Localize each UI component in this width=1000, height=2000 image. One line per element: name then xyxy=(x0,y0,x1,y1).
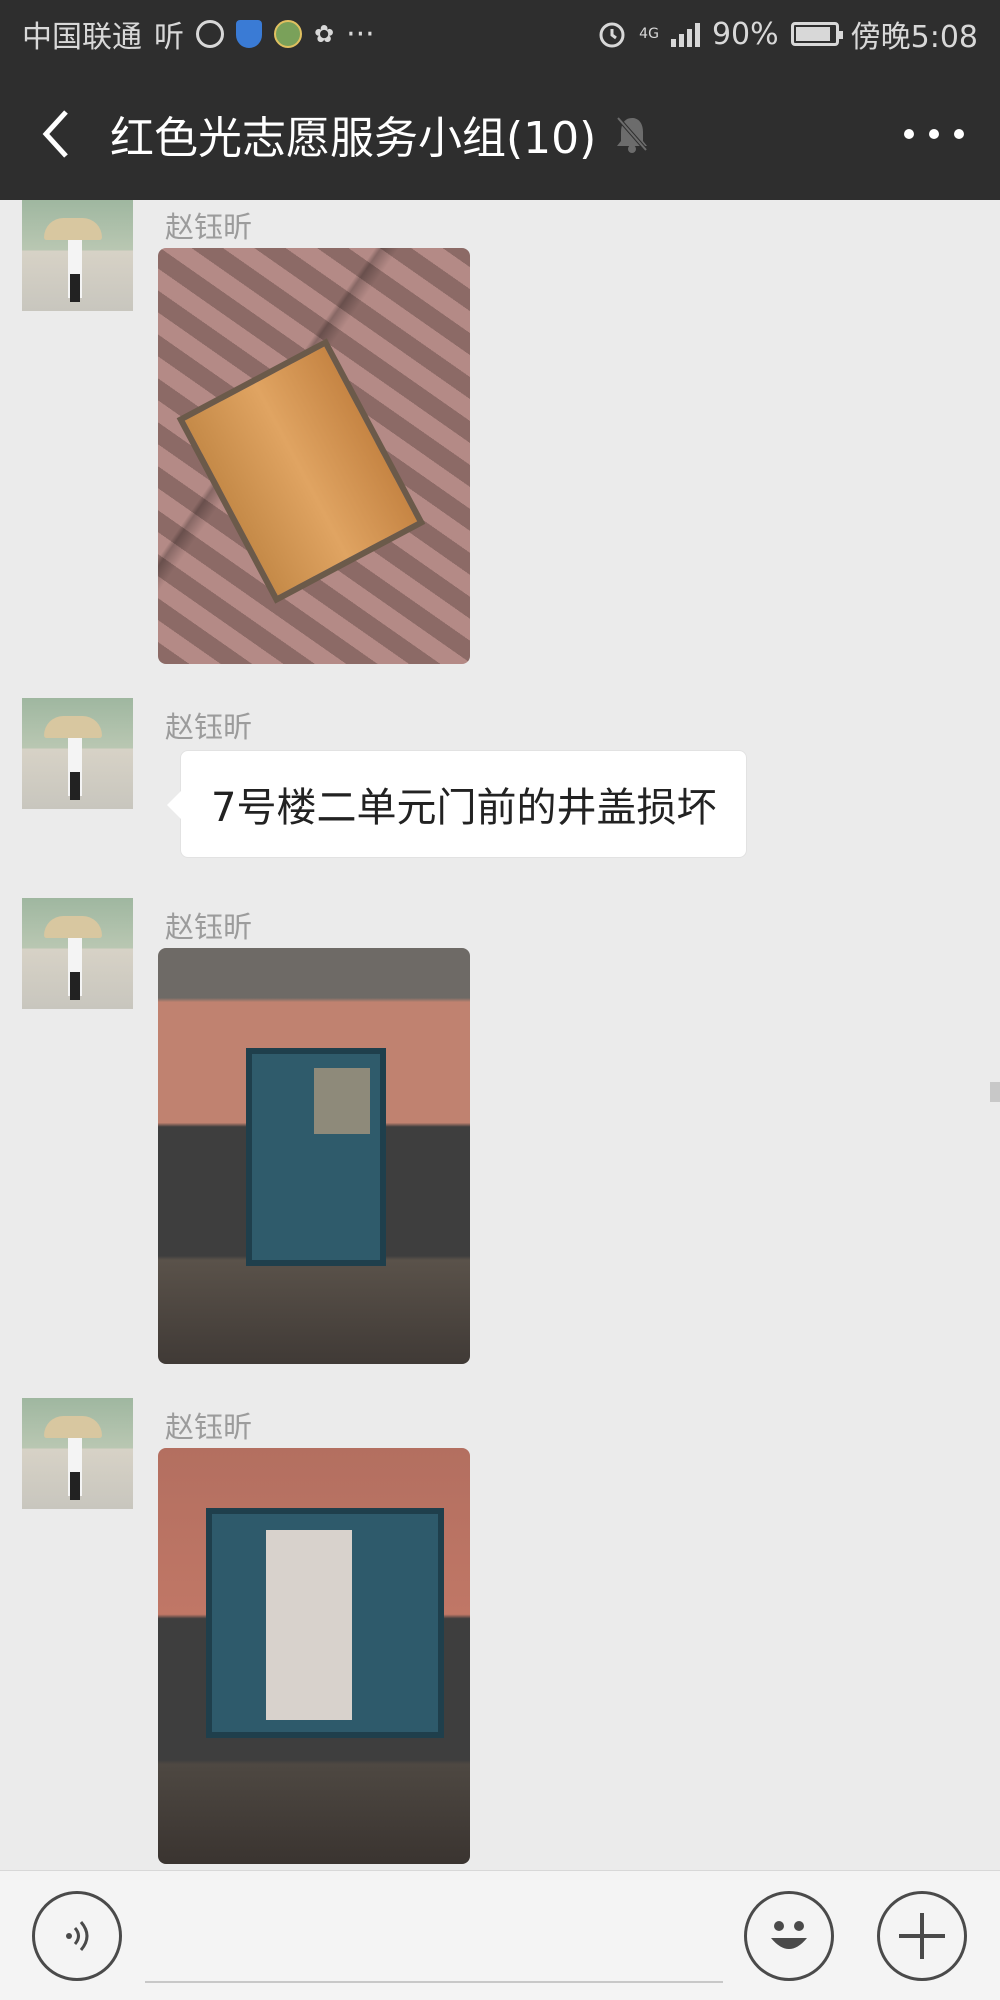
huawei-icon: ✿ xyxy=(314,20,335,48)
network-label: 4G xyxy=(639,26,659,42)
mute-bell-icon xyxy=(614,114,650,154)
voice-icon xyxy=(66,1921,89,1951)
alarm-icon xyxy=(597,19,627,49)
carrier-brand: 听 xyxy=(154,20,184,55)
dot-icon xyxy=(904,129,914,139)
message-bubble[interactable]: 7号楼二单元门前的井盖损坏 xyxy=(166,750,748,858)
sender-avatar[interactable] xyxy=(22,1398,133,1509)
battery-percent: 90% xyxy=(711,16,779,52)
more-notifications: ··· xyxy=(346,16,375,52)
dot-icon xyxy=(954,129,964,139)
sender-avatar[interactable] xyxy=(22,898,133,1009)
sender-avatar[interactable] xyxy=(22,698,133,809)
chat-title: 红色光志愿服务小组(10) xyxy=(110,113,597,164)
sender-avatar[interactable] xyxy=(22,200,133,311)
more-options-button[interactable] xyxy=(904,114,964,154)
scrollbar[interactable] xyxy=(990,1082,1000,1102)
signal-icon xyxy=(670,21,700,47)
manhole-photo[interactable] xyxy=(158,248,470,664)
weibo-icon xyxy=(196,20,224,48)
sender-name: 赵钰昕 xyxy=(165,210,253,244)
plus-icon xyxy=(899,1913,945,1959)
sender-name: 赵钰昕 xyxy=(165,910,253,944)
chevron-left-icon xyxy=(42,110,68,158)
carrier-label: 中国联通 xyxy=(22,20,142,55)
back-button[interactable] xyxy=(0,68,110,200)
chat-header: 红色光志愿服务小组(10) xyxy=(0,68,1000,200)
dot-icon xyxy=(929,129,939,139)
app-notification-icon xyxy=(274,20,302,48)
entrance-door-photo[interactable] xyxy=(158,948,470,1364)
smiley-icon xyxy=(771,1921,807,1949)
message-input[interactable] xyxy=(145,1981,723,1983)
message-text: 7号楼二单元门前的井盖损坏 xyxy=(211,785,717,831)
sender-name: 赵钰昕 xyxy=(165,1410,253,1444)
sender-name: 赵钰昕 xyxy=(165,710,253,744)
emoji-button[interactable] xyxy=(744,1891,834,1981)
status-bar-left: 中国联通 听 ✿ ··· xyxy=(22,12,375,56)
entrance-door-open-photo[interactable] xyxy=(158,1448,470,1864)
voice-input-button[interactable] xyxy=(32,1891,122,1981)
battery-icon xyxy=(790,22,843,46)
clock: 傍晚5:08 xyxy=(850,20,978,55)
status-bar: 中国联通 听 ✿ ··· 4G 90% 傍晚5:08 xyxy=(0,0,1000,68)
status-bar-right: 4G 90% 傍晚5:08 xyxy=(597,12,978,56)
shield-icon xyxy=(236,20,262,48)
more-functions-button[interactable] xyxy=(877,1891,967,1981)
chat-message-list[interactable]: 赵钰昕 赵钰昕 7号楼二单元门前的井盖损坏 赵钰昕 赵钰昕 xyxy=(0,200,1000,1870)
input-bar xyxy=(0,1870,1000,2000)
